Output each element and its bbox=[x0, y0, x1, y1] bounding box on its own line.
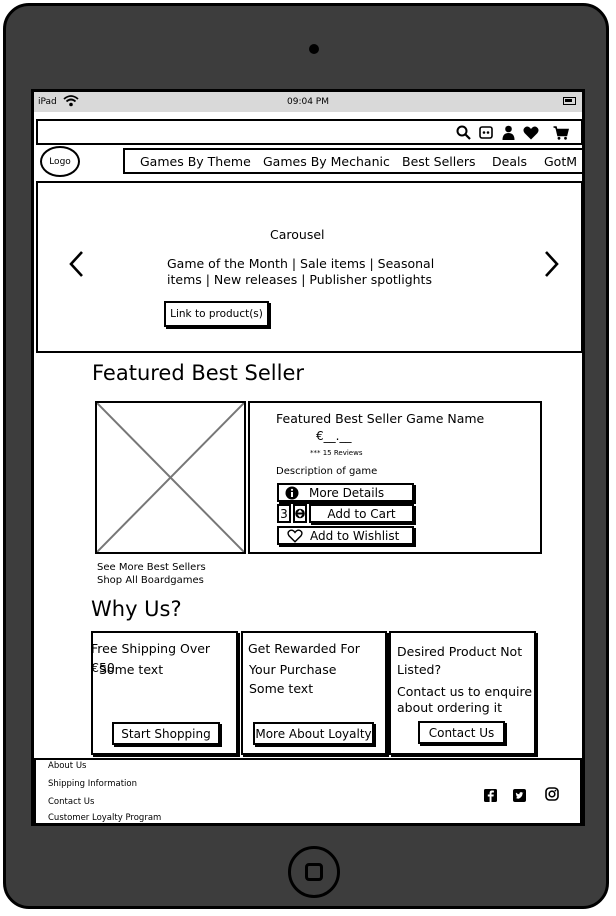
shop-all-boardgames-link[interactable]: Shop All Boardgames bbox=[97, 575, 204, 586]
product-info-panel: Featured Best Seller Game Name €__.__ **… bbox=[248, 401, 542, 554]
instagram-icon[interactable] bbox=[545, 786, 559, 805]
heart-icon[interactable] bbox=[523, 125, 539, 144]
quantity-value: 3 bbox=[280, 506, 288, 521]
more-about-loyalty-label: More About Loyalty bbox=[255, 726, 372, 741]
chevron-right-icon[interactable] bbox=[544, 250, 560, 278]
add-to-cart-label: Add to Cart bbox=[327, 506, 396, 521]
heart-outline-icon bbox=[287, 528, 303, 543]
carousel-text-1: Game of the Month | Sale items | Seasona… bbox=[167, 256, 435, 271]
why-card-loyalty-title-2: Your Purchase bbox=[249, 662, 337, 677]
see-more-best-sellers-link[interactable]: See More Best Sellers bbox=[97, 562, 206, 573]
product-link-label: Link to product(s) bbox=[170, 308, 263, 320]
camera bbox=[309, 44, 319, 54]
product-link-button[interactable]: Link to product(s) bbox=[164, 301, 269, 327]
status-bar: iPad 09:04 PM bbox=[34, 92, 582, 112]
logo[interactable]: Logo bbox=[40, 146, 80, 177]
add-to-wishlist-label: Add to Wishlist bbox=[310, 528, 400, 543]
nav-item-games-by-mechanic[interactable]: Games By Mechanic bbox=[263, 154, 390, 169]
contact-us-label: Contact Us bbox=[428, 725, 495, 740]
start-shopping-button[interactable]: Start Shopping bbox=[112, 722, 220, 745]
header-bar bbox=[36, 119, 582, 145]
why-us-heading: Why Us? bbox=[91, 597, 182, 621]
product-image-placeholder bbox=[95, 401, 246, 554]
why-card-loyalty-title-1: Get Rewarded For bbox=[248, 641, 360, 656]
product-description: Description of game bbox=[276, 466, 378, 477]
nav-item-best-sellers[interactable]: Best Sellers bbox=[402, 154, 476, 169]
why-card-shipping-body: Some text bbox=[99, 662, 164, 677]
carousel-text-2: items | New releases | Publisher spotlig… bbox=[167, 272, 432, 287]
why-card-contact: Desired Product Not Listed? Contact us t… bbox=[389, 631, 536, 755]
nav-item-games-by-theme[interactable]: Games By Theme bbox=[140, 154, 251, 169]
footer-link-about-us[interactable]: About Us bbox=[48, 761, 86, 771]
logo-text: Logo bbox=[49, 156, 71, 167]
why-card-contact-title-2: Listed? bbox=[397, 662, 442, 677]
why-card-contact-title-1: Desired Product Not bbox=[397, 644, 523, 659]
search-icon[interactable] bbox=[456, 125, 471, 144]
facebook-icon[interactable] bbox=[484, 787, 497, 806]
product-reviews[interactable]: *** 15 Reviews bbox=[310, 449, 362, 457]
twitter-icon[interactable] bbox=[513, 787, 526, 806]
nav-item-deals[interactable]: Deals bbox=[492, 154, 527, 169]
quantity-stepper[interactable] bbox=[293, 504, 307, 523]
why-card-shipping: Free Shipping Over €50 Some text Start S… bbox=[91, 631, 238, 755]
why-card-loyalty-body: Some text bbox=[249, 681, 314, 696]
footer-link-shipping[interactable]: Shipping Information bbox=[48, 779, 137, 789]
contact-us-button[interactable]: Contact Us bbox=[418, 721, 505, 744]
why-card-contact-body-2: about ordering it bbox=[397, 700, 503, 715]
home-button[interactable] bbox=[288, 846, 340, 898]
product-price: €__.__ bbox=[316, 429, 352, 443]
footer: About Us Shipping Information Contact Us… bbox=[34, 758, 582, 823]
quantity-field[interactable]: 3 bbox=[277, 504, 291, 523]
chevron-left-icon[interactable] bbox=[68, 250, 84, 278]
more-details-button[interactable]: More Details bbox=[277, 483, 414, 502]
add-to-wishlist-button[interactable]: Add to Wishlist bbox=[277, 526, 414, 545]
product-name: Featured Best Seller Game Name bbox=[276, 411, 485, 426]
start-shopping-label: Start Shopping bbox=[121, 726, 211, 741]
cart-icon[interactable] bbox=[553, 125, 570, 144]
nav-item-gotm[interactable]: GotM bbox=[544, 154, 577, 169]
add-to-cart-button[interactable]: Add to Cart bbox=[309, 504, 414, 523]
why-card-loyalty: Get Rewarded For Your Purchase Some text… bbox=[241, 631, 387, 755]
main-nav: Games By Theme Games By Mechanic Best Se… bbox=[123, 148, 582, 174]
featured-heading: Featured Best Seller bbox=[92, 361, 305, 385]
carousel: Carousel Game of the Month | Sale items … bbox=[36, 181, 582, 353]
screen: iPad 09:04 PM Logo Games By Theme Games … bbox=[31, 89, 585, 826]
footer-link-loyalty[interactable]: Customer Loyalty Program bbox=[48, 813, 161, 823]
game-icon[interactable] bbox=[479, 125, 494, 144]
battery-icon bbox=[563, 97, 576, 105]
carousel-title: Carousel bbox=[270, 227, 325, 242]
status-time: 09:04 PM bbox=[287, 97, 329, 107]
more-about-loyalty-button[interactable]: More About Loyalty bbox=[253, 722, 374, 745]
info-icon bbox=[285, 486, 299, 499]
footer-link-contact-us[interactable]: Contact Us bbox=[48, 797, 94, 807]
user-icon[interactable] bbox=[502, 125, 515, 144]
more-details-label: More Details bbox=[309, 485, 385, 500]
